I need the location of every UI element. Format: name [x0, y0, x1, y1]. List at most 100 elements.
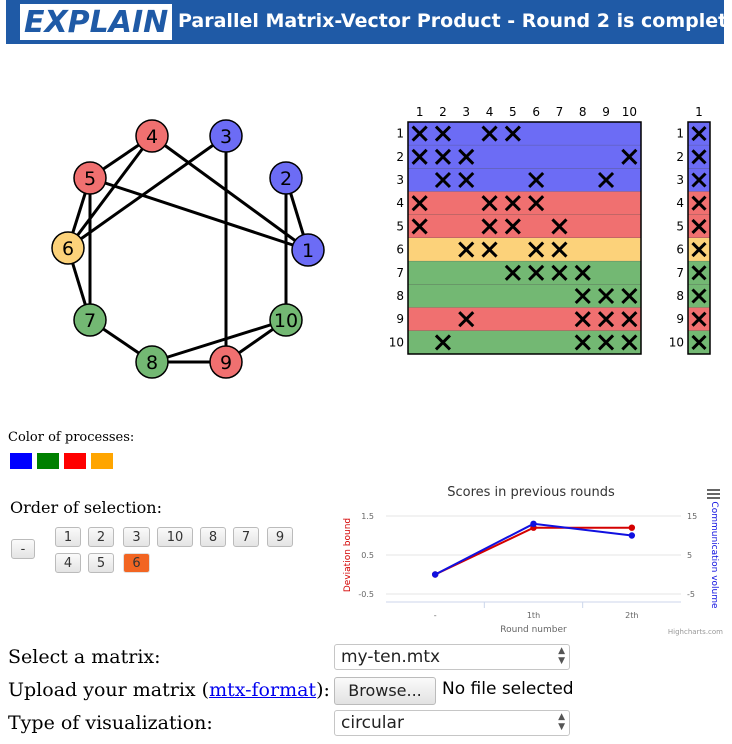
process-node-label: 2 [280, 168, 292, 190]
chart-menu-icon [707, 497, 720, 499]
chart-y-left-tick: 0.5 [361, 551, 374, 560]
chart-point [431, 571, 439, 578]
select-arrows-icon: ▲ ▼ [558, 712, 565, 732]
order-button-10[interactable]: 10 [157, 527, 193, 547]
process-node-label: 1 [302, 240, 314, 262]
matrix-row-header: 7 [396, 266, 404, 280]
matrix-row-header: 9 [396, 312, 404, 326]
matrix-col-header: 7 [556, 105, 564, 119]
chart-y-left-tick: -0.5 [358, 590, 374, 599]
order-button-9[interactable]: 9 [267, 527, 293, 547]
chart-series-line [434, 522, 632, 576]
no-file-text: No file selected. [442, 679, 574, 699]
visualization-select[interactable]: circular ▲ ▼ [334, 710, 570, 736]
chart-title: Scores in previous rounds [447, 485, 615, 500]
chart-y-left-label: Deviation bound [343, 518, 353, 592]
matrix-row-header: 3 [396, 173, 404, 187]
matrix-col-header: 6 [532, 105, 540, 119]
matrix-col-header: 2 [439, 105, 447, 119]
process-graph: 1 2 3 4 5 6 7 8 9 10 [51, 119, 325, 379]
process-node-label: 10 [274, 310, 298, 332]
order-button-3[interactable]: 3 [123, 527, 150, 547]
matrix-col-header: 9 [602, 105, 610, 119]
order-button-1[interactable]: 1 [55, 527, 81, 547]
vector-row-header: 1 [676, 127, 684, 141]
chart-y-right-tick: 5 [687, 551, 692, 560]
scores-chart: Scores in previous rounds - 1th 2th Round nu… [343, 485, 723, 636]
process-node-label: 4 [146, 126, 158, 148]
chart-y-right-label: Communication volume [709, 501, 719, 609]
chart-y-right-tick: -5 [687, 590, 695, 599]
vector-row-header: 10 [669, 335, 684, 349]
matrix-col-header: 10 [622, 105, 637, 119]
order-of-selection-label: Order of selection: [10, 498, 162, 517]
chart-credit: Highcharts.com [668, 628, 723, 636]
vector-row-header: 5 [676, 219, 684, 233]
process-node-label: 5 [84, 168, 96, 190]
vector-row-header: 4 [676, 196, 684, 210]
chart-series-line [434, 526, 632, 576]
graph-edge [66, 135, 154, 249]
deselect-button[interactable]: - [11, 539, 35, 559]
vector-row-header: 6 [676, 243, 684, 257]
matrix-col-header: 1 [416, 105, 424, 119]
matrix-select[interactable]: my-ten.mtx ▲ ▼ [334, 644, 570, 670]
matrix-row-band [408, 238, 641, 262]
sparse-matrix: 1 2 3 4 5 6 7 8 9 1012345678910112345678910 [389, 105, 711, 355]
matrix-col-header: 5 [509, 105, 517, 119]
process-node-label: 6 [62, 238, 74, 260]
order-button-8[interactable]: 8 [200, 527, 226, 547]
vector-col-header: 1 [695, 105, 703, 119]
chart-menu-icon [707, 493, 720, 495]
mtx-format-link[interactable]: mtx-format [209, 679, 316, 701]
color-swatch-blue [10, 453, 32, 469]
visualization-type-label: Type of visualization: [8, 712, 213, 734]
color-swatch-orange [91, 453, 113, 469]
chart-x-tick-label: 1th [527, 611, 540, 620]
select-arrows-icon: ▲ ▼ [558, 646, 565, 666]
chart-point [628, 524, 636, 531]
matrix-col-header: 4 [486, 105, 494, 119]
chart-point [628, 532, 636, 539]
browse-button[interactable]: Browse... [334, 677, 436, 705]
color-swatch-green [37, 453, 59, 469]
matrix-row-band [408, 191, 641, 215]
chart-x-axis-label: Round number [500, 625, 567, 635]
order-button-5[interactable]: 5 [88, 553, 114, 573]
process-color-label: Color of processes: [8, 430, 135, 445]
vector-row-header: 2 [676, 150, 684, 164]
matrix-row-header: 2 [396, 150, 404, 164]
color-swatch-red [64, 453, 86, 469]
matrix-col-header: 8 [579, 105, 587, 119]
upload-matrix-label: Upload your matrix (mtx-format): [8, 679, 330, 701]
select-matrix-label: Select a matrix: [8, 646, 161, 668]
vector-row-header: 8 [676, 289, 684, 303]
page-title: Parallel Matrix-Vector Product - Round 2… [178, 10, 732, 32]
vector-row-header: 3 [676, 173, 684, 187]
matrix-row-header: 1 [396, 127, 404, 141]
chart-x-tick-label: 2th [625, 611, 638, 620]
chart-y-right-tick: 15 [687, 512, 697, 521]
chart-point [530, 520, 537, 527]
order-button-6[interactable]: 6 [123, 553, 150, 573]
header-banner: EXPLAIN Parallel Matrix-Vector Product -… [6, 0, 732, 44]
process-node-label: 8 [146, 352, 158, 374]
matrix-row-band [408, 261, 641, 285]
order-button-2[interactable]: 2 [88, 527, 114, 547]
order-button-7[interactable]: 7 [233, 527, 259, 547]
vector-row-header: 7 [676, 266, 684, 280]
chart-y-left-tick: 1.5 [361, 512, 374, 521]
explain-logo: EXPLAIN [20, 4, 172, 40]
matrix-row-header: 4 [396, 196, 404, 210]
order-button-4[interactable]: 4 [55, 553, 81, 573]
matrix-row-header: 6 [396, 243, 404, 257]
chart-menu-icon [707, 489, 720, 491]
matrix-row-header: 5 [396, 219, 404, 233]
process-node-label: 3 [220, 126, 232, 148]
process-node-label: 7 [84, 310, 96, 332]
matrix-col-header: 3 [462, 105, 470, 119]
chart-x-tick-label: - [434, 611, 437, 620]
matrix-row-band [408, 214, 641, 238]
vector-row-header: 9 [676, 312, 684, 326]
process-node-label: 9 [220, 352, 232, 374]
